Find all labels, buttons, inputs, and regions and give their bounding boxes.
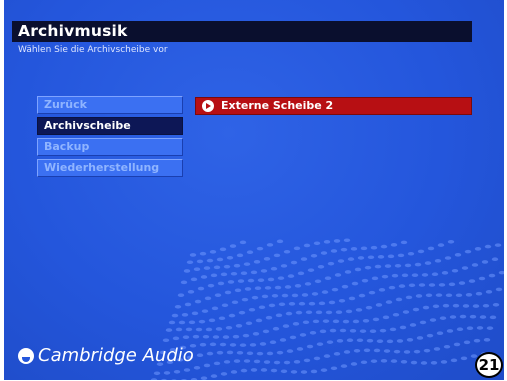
menu-item-label: Backup <box>44 140 90 153</box>
page-title: Archivmusik <box>18 22 128 40</box>
archive-menu: Zurück Archivscheibe Backup Wiederherste… <box>37 96 183 180</box>
menu-item-label: Archivscheibe <box>44 119 131 132</box>
menu-item-restore[interactable]: Wiederherstellung <box>37 159 183 177</box>
menu-item-backup[interactable]: Backup <box>37 138 183 156</box>
option-label: Externe Scheibe 2 <box>221 99 334 112</box>
menu-screen: Archivmusik Wählen Sie die Archivscheibe… <box>4 0 504 380</box>
dot-pattern-decoration <box>150 238 504 380</box>
menu-item-label: Wiederherstellung <box>44 161 160 174</box>
brand-name: Cambridge Audio <box>38 345 194 366</box>
page-subtitle: Wählen Sie die Archivscheibe vor <box>18 45 168 55</box>
menu-item-back[interactable]: Zurück <box>37 96 183 114</box>
menu-item-label: Zurück <box>44 98 87 111</box>
play-circle-icon <box>202 100 214 112</box>
menu-item-archive-disc[interactable]: Archivscheibe <box>37 117 183 135</box>
cambridge-audio-logo-icon <box>18 348 34 364</box>
page-number-badge: 21 <box>475 352 503 378</box>
option-external-disc[interactable]: Externe Scheibe 2 <box>195 97 472 115</box>
